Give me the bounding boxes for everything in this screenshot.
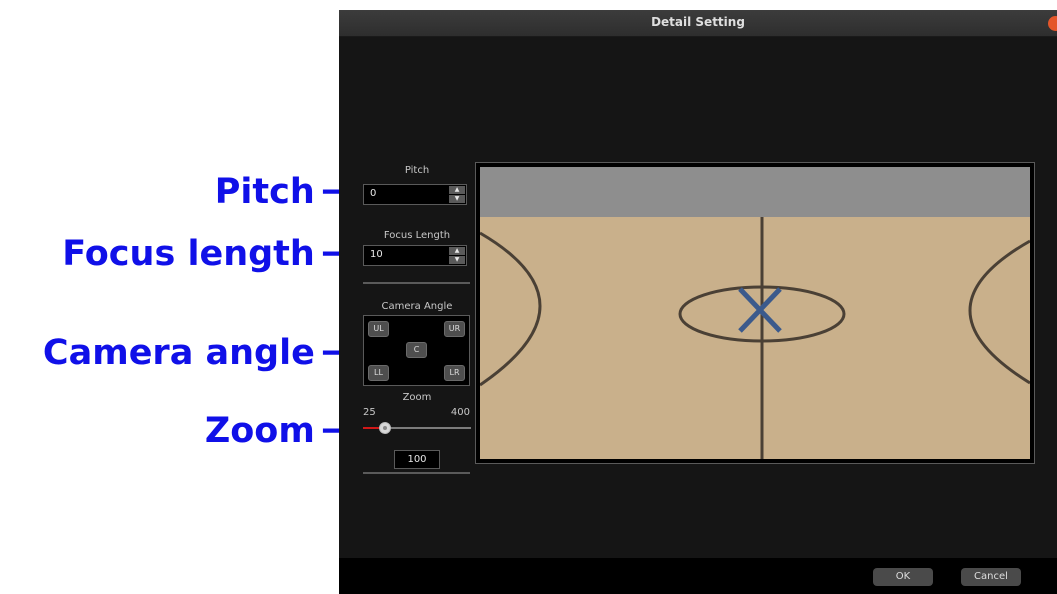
callout-camera-angle: Camera angle → (42, 333, 351, 374)
focus-length-label: Focus Length (383, 230, 451, 241)
camera-angle-lr-button[interactable]: LR (444, 365, 465, 381)
callout-focus-label: Focus length (62, 234, 315, 274)
title-bar: Detail Setting (339, 10, 1057, 37)
focus-length-value[interactable]: 10 (370, 249, 383, 260)
camera-angle-ul-button[interactable]: UL (368, 321, 389, 337)
zoom-min-label: 25 (363, 407, 376, 418)
panel-divider (363, 282, 470, 284)
basketball-court-view (476, 163, 1034, 463)
close-button[interactable] (1048, 16, 1057, 31)
callout-zoom: Zoom → (204, 411, 351, 452)
zoom-label: Zoom (402, 392, 432, 403)
callout-camera-label: Camera angle (42, 333, 315, 373)
focus-length-increment-button[interactable]: ▲ (449, 247, 465, 255)
zoom-max-label: 400 (450, 407, 470, 418)
callout-pitch-label: Pitch (214, 172, 315, 212)
pitch-decrement-button[interactable]: ▼ (449, 195, 465, 203)
focus-length-spinbox[interactable]: 10 ▲ ▼ (363, 245, 467, 266)
dialog-footer: OK Cancel (339, 558, 1057, 594)
zoom-slider[interactable] (363, 422, 471, 434)
focus-length-decrement-button[interactable]: ▼ (449, 256, 465, 264)
camera-angle-center-button[interactable]: C (406, 342, 427, 358)
ok-button[interactable]: OK (873, 568, 933, 586)
camera-angle-label: Camera Angle (381, 301, 453, 312)
callout-focus-length: Focus length → (62, 234, 351, 275)
pitch-spinbox[interactable]: 0 ▲ ▼ (363, 184, 467, 205)
camera-angle-ur-button[interactable]: UR (444, 321, 465, 337)
callout-pitch: Pitch → (214, 172, 351, 213)
pitch-increment-button[interactable]: ▲ (449, 186, 465, 194)
pitch-label: Pitch (404, 165, 430, 176)
panel-divider (363, 472, 470, 474)
zoom-slider-handle[interactable] (378, 422, 391, 434)
camera-preview[interactable] (475, 162, 1035, 464)
camera-angle-pad: UL UR C LL LR (363, 315, 470, 386)
zoom-value-field[interactable]: 100 (394, 450, 440, 469)
callout-zoom-label: Zoom (204, 411, 315, 451)
camera-angle-ll-button[interactable]: LL (368, 365, 389, 381)
pitch-value[interactable]: 0 (370, 188, 376, 199)
detail-setting-dialog: Detail Setting Pitch 0 ▲ ▼ Focus Length … (339, 10, 1057, 594)
dialog-title: Detail Setting (651, 15, 745, 29)
cancel-button[interactable]: Cancel (961, 568, 1021, 586)
court-stands (480, 167, 1030, 217)
